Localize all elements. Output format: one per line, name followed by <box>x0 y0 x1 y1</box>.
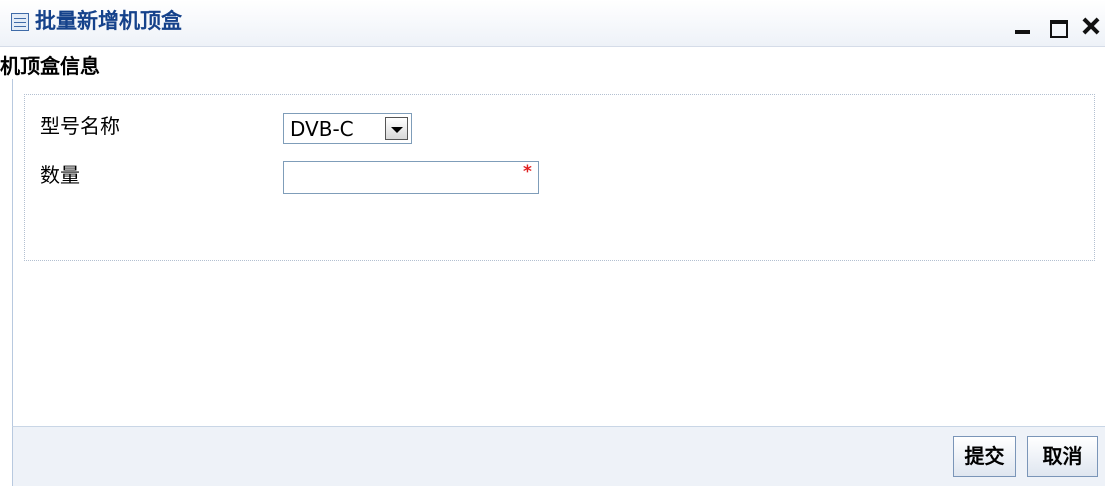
dialog-footer <box>12 426 1105 486</box>
model-name-label: 型号名称 <box>40 114 120 138</box>
form-fieldset <box>24 94 1095 261</box>
quantity-input[interactable] <box>283 161 539 194</box>
required-indicator: * <box>523 162 532 182</box>
dialog-window: 批量新增机顶盒 机顶盒信息 型号名称 DVB-C 数量 * 提交 取消 <box>0 0 1105 488</box>
maximize-icon[interactable] <box>1045 14 1069 38</box>
table-icon <box>11 13 29 31</box>
window-title: 批量新增机顶盒 <box>35 9 182 33</box>
cancel-button[interactable]: 取消 <box>1027 436 1098 477</box>
chevron-down-icon[interactable] <box>385 117 408 140</box>
title-bar[interactable]: 批量新增机顶盒 <box>0 0 1105 47</box>
section-title: 机顶盒信息 <box>0 54 100 78</box>
submit-button[interactable]: 提交 <box>953 436 1016 477</box>
minimize-icon[interactable] <box>1011 14 1035 38</box>
close-icon[interactable] <box>1079 14 1103 38</box>
quantity-label: 数量 <box>40 163 80 187</box>
model-name-value: DVB-C <box>290 117 354 141</box>
model-name-select[interactable]: DVB-C <box>283 113 412 144</box>
